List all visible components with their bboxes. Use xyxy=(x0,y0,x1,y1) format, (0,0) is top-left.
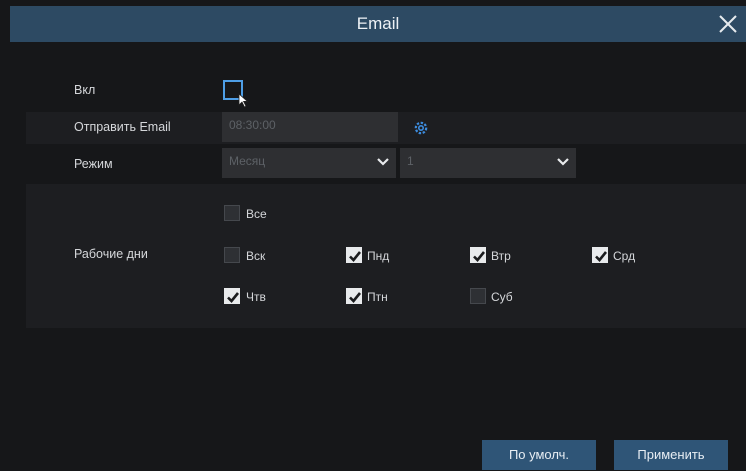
day-tue-checkbox[interactable] xyxy=(470,247,486,263)
day-all-label: Все xyxy=(246,207,267,221)
check-icon xyxy=(473,251,486,262)
day-sat-label: Суб xyxy=(491,290,513,304)
day-thu-checkbox[interactable] xyxy=(224,288,240,304)
check-icon xyxy=(349,251,362,262)
day-sun-label: Вск xyxy=(246,249,266,263)
chevron-down-icon xyxy=(377,158,389,166)
day-sat-checkbox[interactable] xyxy=(470,288,486,304)
title-bar: Email xyxy=(10,6,746,42)
mode-select[interactable]: Месяц xyxy=(222,148,396,178)
day-thu-label: Чтв xyxy=(246,290,266,304)
mode-sub-select-value: 1 xyxy=(407,154,414,168)
day-tue-label: Втр xyxy=(491,249,511,263)
day-sun-checkbox[interactable] xyxy=(224,247,240,263)
close-icon[interactable] xyxy=(714,10,742,38)
default-button[interactable]: По умолч. xyxy=(482,440,596,470)
gear-icon[interactable] xyxy=(412,119,430,137)
email-dialog: Email Вкл Отправить Email 08:30:00 Режим… xyxy=(0,0,746,471)
check-icon xyxy=(595,251,608,262)
mode-sub-select[interactable]: 1 xyxy=(400,148,576,178)
chevron-down-icon xyxy=(557,158,569,166)
check-icon xyxy=(227,292,240,303)
mode-label: Режим xyxy=(74,157,113,171)
day-wed-label: Срд xyxy=(613,249,636,263)
day-fri-label: Птн xyxy=(367,290,388,304)
dialog-title: Email xyxy=(356,14,400,33)
send-time-input[interactable]: 08:30:00 xyxy=(222,112,398,142)
check-icon xyxy=(349,292,362,303)
enable-label: Вкл xyxy=(74,83,96,97)
mouse-cursor-icon xyxy=(238,93,249,108)
day-all-checkbox[interactable] xyxy=(224,205,240,221)
send-email-label: Отправить Email xyxy=(74,120,171,134)
day-mon-checkbox[interactable] xyxy=(346,247,362,263)
apply-button[interactable]: Применить xyxy=(614,440,728,470)
day-wed-checkbox[interactable] xyxy=(592,247,608,263)
workdays-label: Рабочие дни xyxy=(74,247,148,261)
day-mon-label: Пнд xyxy=(367,249,390,263)
day-fri-checkbox[interactable] xyxy=(346,288,362,304)
mode-select-value: Месяц xyxy=(229,154,266,168)
